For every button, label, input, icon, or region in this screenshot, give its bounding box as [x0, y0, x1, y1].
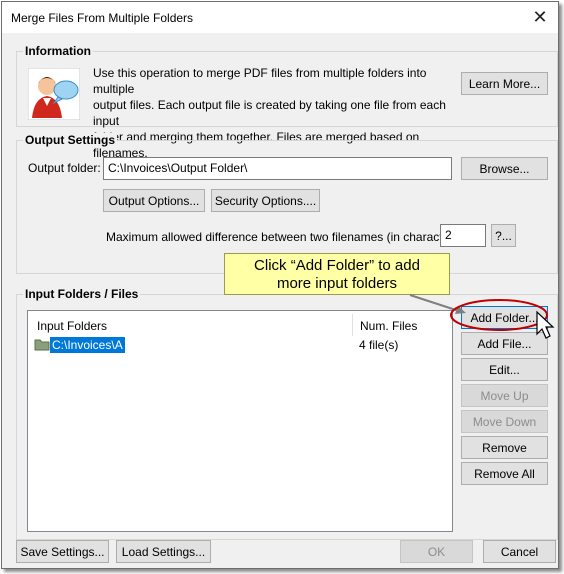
close-icon[interactable]: ✕	[528, 6, 552, 28]
output-folder-field[interactable]: C:\Invoices\Output Folder\	[103, 157, 452, 180]
browse-button[interactable]: Browse...	[461, 157, 548, 180]
file-count-cell: 4 file(s)	[359, 338, 399, 352]
max-difference-label: Maximum allowed difference between two f…	[106, 230, 467, 244]
folder-icon	[34, 339, 50, 351]
max-difference-input[interactable]: 2	[440, 224, 486, 247]
user-info-icon	[28, 68, 80, 120]
help-button[interactable]: ?...	[491, 224, 516, 247]
move-up-button[interactable]: Move Up	[461, 384, 548, 407]
window-title: Merge Files From Multiple Folders	[11, 11, 194, 25]
information-heading: Information	[23, 44, 93, 58]
remove-button[interactable]: Remove	[461, 436, 548, 459]
callout-line: Click “Add Folder” to add	[254, 257, 420, 274]
edit-button[interactable]: Edit...	[461, 358, 548, 381]
input-folders-heading: Input Folders / Files	[23, 287, 141, 301]
information-line: output files. Each output file is create…	[93, 98, 446, 128]
remove-all-button[interactable]: Remove All	[461, 462, 548, 485]
learn-more-button[interactable]: Learn More...	[461, 72, 548, 95]
output-options-button[interactable]: Output Options...	[103, 189, 205, 212]
tooltip-callout: Click “Add Folder” to add more input fol…	[224, 253, 450, 295]
information-line: Use this operation to merge PDF files fr…	[93, 66, 427, 96]
ok-button[interactable]: OK	[400, 540, 473, 563]
cancel-button[interactable]: Cancel	[483, 540, 556, 563]
security-options-button[interactable]: Security Options....	[211, 189, 320, 212]
callout-line: more input folders	[276, 275, 398, 292]
input-folders-list[interactable]: Input Folders Num. Files C:\Invoices\A 4…	[27, 310, 453, 532]
folder-path-cell[interactable]: C:\Invoices\A	[50, 337, 125, 353]
title-bar: Merge Files From Multiple Folders ✕	[2, 2, 558, 33]
table-row[interactable]: C:\Invoices\A 4 file(s)	[28, 311, 452, 381]
add-folder-button[interactable]: Add Folder...	[461, 306, 548, 329]
output-settings-heading: Output Settings	[23, 133, 117, 147]
load-settings-button[interactable]: Load Settings...	[116, 540, 211, 563]
move-down-button[interactable]: Move Down	[461, 410, 548, 433]
output-folder-label: Output folder:	[28, 161, 101, 175]
save-settings-button[interactable]: Save Settings...	[16, 540, 109, 563]
add-file-button[interactable]: Add File...	[461, 332, 548, 355]
